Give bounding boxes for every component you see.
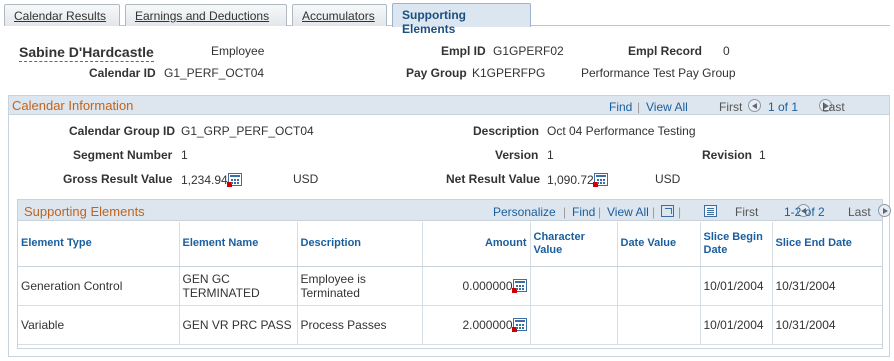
column-header-character-value[interactable]: Character Value: [530, 222, 618, 267]
cell-amount-value: 0.000000: [462, 278, 513, 293]
column-header-slice-end-date[interactable]: Slice End Date: [772, 222, 882, 267]
next-arrow-icon[interactable]: [878, 204, 892, 217]
column-header-slice-begin-date[interactable]: Slice Begin Date: [700, 222, 773, 267]
download-grid-icon[interactable]: [704, 205, 718, 217]
empl-record-label: Empl Record: [628, 44, 703, 58]
segment-number-value: 1: [181, 148, 188, 162]
calendar-information-header: Calendar Information Find | View All Fir…: [9, 96, 889, 115]
employee-type: Employee: [211, 44, 265, 58]
personalize-link[interactable]: Personalize: [493, 205, 556, 219]
previous-arrow-icon[interactable]: [748, 99, 761, 112]
supporting-elements-grid: Supporting Elements Personalize | Find |…: [17, 199, 892, 349]
nav-separator: |: [678, 205, 682, 219]
cell-amount-value: 2.000000: [462, 317, 513, 332]
tab-supporting-elements[interactable]: Supporting Elements: [392, 3, 531, 36]
calculator-icon[interactable]: [511, 278, 527, 293]
pay-group-description: Performance Test Pay Group: [581, 66, 736, 80]
column-header-description[interactable]: Description: [297, 222, 423, 267]
cell-element-type: Variable: [18, 305, 180, 345]
supporting-row-count: 1-2 of 2: [784, 205, 825, 219]
calendar-first-label: First: [719, 100, 743, 114]
supporting-elements-table: Element Type Element Name Description Am…: [18, 222, 882, 345]
column-header-date-value[interactable]: Date Value: [617, 222, 701, 267]
cell-amount: 2.000000: [422, 305, 531, 345]
cell-slice-begin-date: 10/01/2004: [700, 266, 773, 306]
description-label: Description: [473, 124, 540, 138]
cell-character-value: [530, 266, 618, 306]
supporting-elements-title: Supporting Elements: [24, 204, 145, 219]
calendar-id-label: Calendar ID: [89, 66, 156, 80]
cell-description: Process Passes: [297, 305, 423, 345]
calculator-icon[interactable]: [511, 317, 527, 332]
table-row: Variable GEN VR PRC PASS Process Passes …: [18, 305, 882, 345]
pay-group-value: K1GPERFPG: [472, 66, 546, 80]
supporting-find-link[interactable]: Find: [572, 205, 595, 219]
cell-amount: 0.000000: [422, 266, 531, 306]
cell-element-name: GEN VR PRC PASS: [179, 305, 298, 345]
cell-slice-end-date: 10/31/2004: [772, 305, 882, 345]
calendar-information-panel: Calendar Information Find | View All Fir…: [8, 95, 892, 357]
nav-separator: |: [652, 205, 656, 219]
cell-date-value: [617, 305, 701, 345]
empl-id-value: G1GPERF02: [493, 44, 564, 58]
tab-bar: Calendar Results Earnings and Deductions…: [4, 3, 890, 36]
column-header-element-name[interactable]: Element Name: [179, 222, 298, 267]
revision-label: Revision: [702, 148, 753, 162]
column-header-element-type[interactable]: Element Type: [18, 222, 180, 267]
gross-result-value: 1,234.94: [181, 173, 242, 187]
calendar-view-all-link[interactable]: View All: [646, 100, 688, 114]
cell-element-type: Generation Control: [18, 266, 180, 306]
calendar-row-count: 1 of 1: [768, 100, 799, 114]
tab-earnings-and-deductions[interactable]: Earnings and Deductions: [125, 4, 287, 26]
cell-slice-begin-date: 10/01/2004: [700, 305, 773, 345]
calendar-group-id-label: Calendar Group ID: [69, 124, 176, 138]
nav-separator: |: [637, 100, 641, 114]
cell-character-value: [530, 305, 618, 345]
version-value: 1: [547, 148, 554, 162]
description-value: Oct 04 Performance Testing: [547, 124, 696, 138]
column-header-amount[interactable]: Amount: [422, 222, 531, 267]
table-header-row: Element Type Element Name Description Am…: [18, 222, 882, 267]
gross-currency: USD: [293, 172, 319, 186]
version-label: Version: [495, 148, 539, 162]
employee-name: Sabine D'Hardcastle: [19, 44, 154, 62]
gross-result-label: Gross Result Value: [63, 172, 173, 186]
supporting-last-label: Last: [848, 205, 871, 219]
empl-record-value: 0: [723, 44, 730, 58]
new-window-icon[interactable]: [661, 205, 674, 217]
pay-group-label: Pay Group: [406, 66, 467, 80]
cell-description: Employee is Terminated: [297, 266, 423, 306]
calculator-icon[interactable]: [226, 173, 242, 187]
tab-accumulators[interactable]: Accumulators: [292, 4, 387, 26]
supporting-elements-header: Supporting Elements Personalize | Find |…: [18, 200, 892, 221]
revision-value: 1: [759, 148, 766, 162]
cell-element-name: GEN GC TERMINATED: [179, 266, 298, 306]
net-result-amount: 1,090.72: [547, 173, 594, 187]
calendar-id-value: G1_PERF_OCT04: [164, 66, 265, 80]
calendar-find-link[interactable]: Find: [609, 100, 632, 114]
tab-calendar-results[interactable]: Calendar Results: [4, 4, 120, 26]
supporting-view-all-link[interactable]: View All: [607, 205, 649, 219]
empl-id-label: Empl ID: [441, 44, 486, 58]
net-result-label: Net Result Value: [446, 172, 541, 186]
cell-slice-end-date: 10/31/2004: [772, 266, 882, 306]
net-currency: USD: [655, 172, 681, 186]
cell-date-value: [617, 266, 701, 306]
supporting-first-label: First: [735, 205, 759, 219]
nav-separator: |: [563, 205, 567, 219]
table-row: Generation Control GEN GC TERMINATED Emp…: [18, 266, 882, 306]
calculator-icon[interactable]: [592, 173, 608, 187]
calendar-group-id-value: G1_GRP_PERF_OCT04: [181, 124, 314, 138]
segment-number-label: Segment Number: [73, 148, 173, 162]
net-result-value: 1,090.72: [547, 173, 608, 187]
nav-separator: |: [598, 205, 602, 219]
calendar-information-title: Calendar Information: [12, 98, 134, 113]
calendar-last-label: Last: [822, 100, 845, 114]
gross-result-amount: 1,234.94: [181, 173, 228, 187]
